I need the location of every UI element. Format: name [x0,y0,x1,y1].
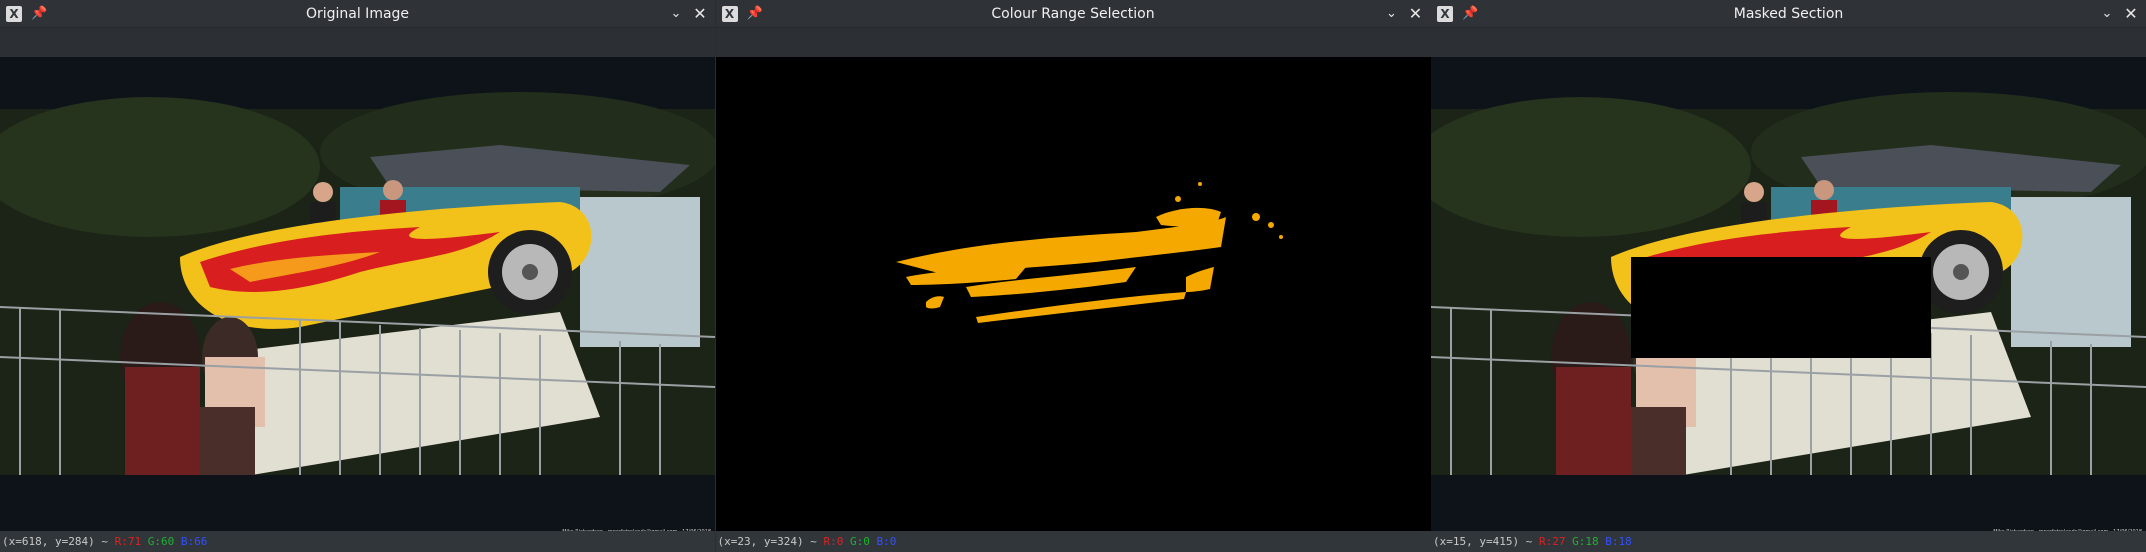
status-bar: (x=15, y=415) ~ R:27 G:18 B:18 [1431,531,2146,552]
cursor-coordinates: (x=618, y=284) ~ [2,535,108,548]
chevron-down-icon[interactable]: ⌄ [2098,5,2116,23]
x-app-icon[interactable]: X [6,6,22,22]
chevron-down-icon[interactable]: ⌄ [667,5,685,23]
close-icon[interactable]: ✕ [691,5,709,23]
window-title: Colour Range Selection [991,6,1155,22]
title-bar[interactable]: X 📌 Colour Range Selection ⌄ ✕ [715,0,1431,28]
selection-canvas[interactable] [715,57,1431,531]
cursor-coordinates: (x=23, y=324) ~ [717,535,817,548]
pin-icon[interactable]: 📌 [1462,5,1478,23]
close-icon[interactable]: ✕ [2122,5,2140,23]
blue-value: B:66 [180,535,208,548]
window-masked-section: X 📌 Masked Section ⌄ ✕ (x=15, y=415) ~ R… [1431,0,2146,552]
toolbar [1431,28,2146,57]
window-original-image: X 📌 Original Image ⌄ ✕ (x=618, y=284) ~ … [0,0,715,552]
masked-canvas[interactable] [1431,57,2146,531]
blue-value: B:0 [876,535,897,548]
mask-rectangle [1631,257,1931,358]
green-value: G:60 [147,535,175,548]
x-app-icon[interactable]: X [721,6,738,22]
toolbar [0,28,715,57]
blue-value: B:18 [1605,535,1632,548]
cursor-coordinates: (x=15, y=415) ~ [1433,535,1533,548]
desktop: X 📌 Original Image ⌄ ✕ (x=618, y=284) ~ … [0,0,2146,552]
title-bar[interactable]: X 📌 Masked Section ⌄ ✕ [1431,0,2146,28]
window-colour-range-selection: X 📌 Colour Range Selection ⌄ ✕ (x=23, y=… [715,0,1431,552]
close-icon[interactable]: ✕ [1407,5,1425,23]
green-value: G:18 [1572,535,1599,548]
carousel-photo [0,57,715,531]
image-canvas[interactable] [0,57,715,531]
masked-photo [1431,57,2146,531]
green-value: G:0 [849,535,870,548]
window-title: Original Image [305,6,410,22]
title-bar[interactable]: X 📌 Original Image ⌄ ✕ [0,0,715,28]
status-bar: (x=618, y=284) ~ R:71 G:60 B:66 [0,531,715,552]
window-title: Masked Section [1733,6,1844,22]
colour-mask [715,57,1431,531]
pin-icon[interactable]: 📌 [31,5,47,23]
status-bar: (x=23, y=324) ~ R:0 G:0 B:0 [715,531,1431,552]
chevron-down-icon[interactable]: ⌄ [1383,5,1401,23]
pin-icon[interactable]: 📌 [747,5,763,23]
red-value: R:71 [114,535,142,548]
red-value: R:0 [823,535,844,548]
x-app-icon[interactable]: X [1437,6,1453,22]
toolbar [715,28,1431,57]
red-value: R:27 [1538,535,1566,548]
